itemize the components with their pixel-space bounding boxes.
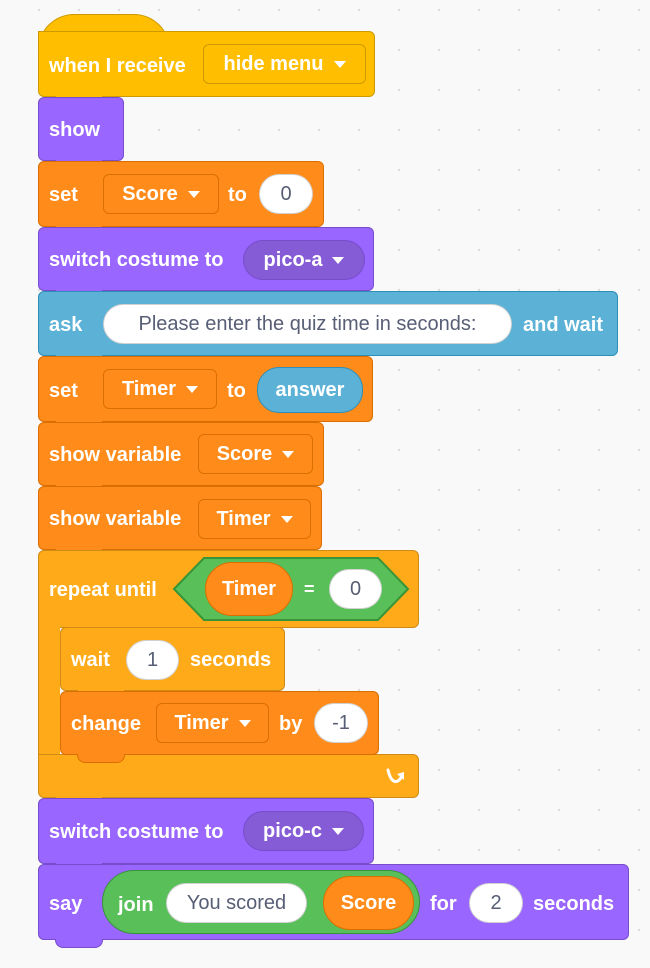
join-reporter[interactable]: join You scored Score [102,870,420,934]
message-dropdown-label: hide menu [223,52,324,75]
say-block[interactable]: say join You scored Score for 2 seconds [38,864,629,948]
variable-dropdown-label: Score [122,182,178,205]
variable-dropdown-label: Score [216,442,273,465]
show-variable-label: show variable [49,508,182,530]
dropdown-arrow-icon [332,256,345,264]
wait-block[interactable]: wait 1 seconds [60,627,285,699]
costume-dropdown[interactable]: pico-c [243,811,364,851]
script-stack: when I receive hide menu show set Score … [0,0,650,968]
variable-dropdown-timer[interactable]: Timer [103,369,217,409]
by-label: by [279,713,303,735]
show-variable-label: show variable [49,444,182,466]
variable-dropdown-score[interactable]: Score [198,434,313,474]
ask-block[interactable]: ask Please enter the quiz time in second… [38,291,618,364]
change-label: change [71,713,142,735]
show-label: show [49,119,101,141]
loop-arrow-icon [386,768,404,783]
show-block[interactable]: show [38,97,124,169]
variable-dropdown-timer[interactable]: Timer [198,499,311,539]
repeat-until-header[interactable]: repeat until Timer = 0 [38,550,419,628]
dropdown-arrow-icon [280,515,293,523]
equals-operator: = [304,579,315,599]
ask-label: ask [49,314,83,336]
condition-value-input[interactable]: 0 [329,569,382,609]
question-input[interactable]: Please enter the quiz time in seconds: [103,304,512,344]
value-input[interactable]: 0 [259,174,313,214]
switch-costume-label: switch costume to [49,249,224,271]
block-connector [77,754,125,763]
dropdown-arrow-icon [333,60,346,68]
repeat-until-label: repeat until [49,579,157,601]
to-label: to [227,380,246,402]
variable-dropdown-timer[interactable]: Timer [156,703,269,743]
set-timer-block[interactable]: set Timer to answer [38,356,373,430]
message-dropdown[interactable]: hide menu [203,44,366,84]
set-score-block[interactable]: set Score to 0 [38,161,324,235]
join-label: join [118,894,154,916]
switch-costume-block[interactable]: switch costume to pico-c [38,798,374,872]
seconds-label: seconds [190,649,272,671]
costume-dropdown[interactable]: pico-a [243,240,365,280]
show-variable-timer-block[interactable]: show variable Timer [38,486,322,558]
switch-costume-label: switch costume to [49,821,224,843]
variable-dropdown-label: Timer [174,711,229,734]
variable-dropdown-score[interactable]: Score [103,174,219,214]
when-i-receive-label: when I receive [49,55,186,77]
dropdown-arrow-icon [331,827,344,835]
to-label: to [228,184,247,206]
dropdown-arrow-icon [238,719,251,727]
say-seconds-input[interactable]: 2 [469,883,523,923]
timer-reporter[interactable]: Timer [205,562,293,616]
score-reporter[interactable]: Score [323,876,414,930]
seconds-label: seconds [533,893,615,915]
change-value-input[interactable]: -1 [314,703,368,743]
dropdown-arrow-icon [186,385,199,393]
dropdown-arrow-icon [282,450,295,458]
wait-seconds-input[interactable]: 1 [126,640,179,680]
dropdown-arrow-icon [187,190,200,198]
block-connector [55,939,103,948]
when-i-receive-block[interactable]: when I receive hide menu [38,31,375,105]
join-text-input[interactable]: You scored [166,883,307,923]
set-label: set [49,380,78,402]
costume-dropdown-label: pico-a [263,248,323,271]
costume-dropdown-label: pico-c [263,819,322,842]
variable-dropdown-label: Timer [121,377,177,400]
wait-label: wait [71,649,110,671]
repeat-until-arm [38,626,60,756]
answer-reporter[interactable]: answer [257,367,363,413]
say-label: say [49,893,83,915]
show-variable-score-block[interactable]: show variable Score [38,422,324,494]
for-label: for [430,893,457,915]
set-label: set [49,184,78,206]
and-wait-label: and wait [523,314,604,336]
change-timer-block[interactable]: change Timer by -1 [60,691,379,763]
switch-costume-block[interactable]: switch costume to pico-a [38,227,374,299]
variable-dropdown-label: Timer [216,507,271,530]
